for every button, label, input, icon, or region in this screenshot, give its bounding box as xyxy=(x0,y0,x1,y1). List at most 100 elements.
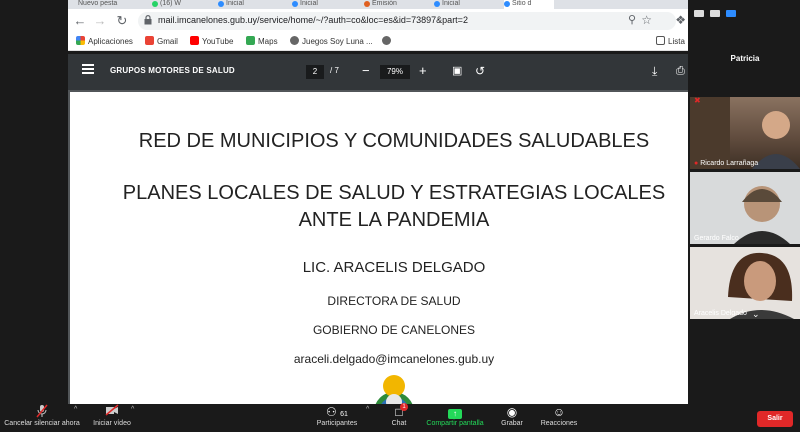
participant-video xyxy=(690,97,800,169)
hamburger-menu-icon[interactable] xyxy=(82,64,94,74)
participant-tile[interactable]: ✖ ● Ricardo Larrañaga xyxy=(690,97,800,169)
gmail-icon xyxy=(145,36,154,45)
chat-bubble-icon: □ 1 xyxy=(386,403,412,420)
record-label: Grabar xyxy=(501,420,523,427)
browser-tab[interactable]: Nuevo pesta xyxy=(78,0,138,9)
bookmark-juegos[interactable]: Juegos Soy Luna ... xyxy=(290,36,373,46)
bookmarks-bar: Aplicaciones Gmail YouTube Maps Juegos S… xyxy=(68,33,688,51)
participants-panel: Patricia ✖ ● Ricardo Larrañaga Gerardo F… xyxy=(688,0,800,404)
print-icon[interactable]: ⎙ xyxy=(676,63,685,79)
panel-header xyxy=(688,0,800,30)
bookmark-youtube[interactable]: YouTube xyxy=(190,36,233,46)
tab-label: Emisión xyxy=(372,0,397,7)
apps-grid-icon xyxy=(76,36,85,45)
audio-options-caret-icon[interactable]: ^ xyxy=(74,406,77,413)
participant-tile-self[interactable]: Patricia xyxy=(690,30,800,92)
zoom-in-icon[interactable]: + xyxy=(419,63,427,79)
forward-arrow-icon[interactable]: → xyxy=(92,13,108,29)
tab-favicon-icon xyxy=(504,1,510,7)
start-video-button[interactable]: Iniciar vídeo xyxy=(90,404,134,432)
chat-label: Chat xyxy=(391,420,407,427)
zoom-magnifier-icon[interactable]: ⚲ xyxy=(628,13,636,26)
browser-tab[interactable]: Emisión xyxy=(364,0,414,9)
gallery-view-icon[interactable] xyxy=(726,10,736,17)
rotate-icon[interactable]: ↺ xyxy=(475,63,485,79)
page-total: / 7 xyxy=(330,66,339,75)
video-off-icon xyxy=(90,404,134,420)
reading-list-icon xyxy=(656,36,665,45)
bookmark-label: Gmail xyxy=(157,37,178,46)
minimize-icon[interactable] xyxy=(694,10,704,17)
zoom-out-icon[interactable]: − xyxy=(362,63,370,79)
browser-tab[interactable]: Inicial xyxy=(218,0,268,9)
pdf-viewport[interactable]: RED DE MUNICIPIOS Y COMUNIDADES SALUDABL… xyxy=(68,90,730,404)
bookmark-label: YouTube xyxy=(202,37,234,46)
tab-label: Nuevo pesta xyxy=(78,0,118,7)
muted-microphone-icon xyxy=(4,404,80,420)
browser-tab[interactable]: Inicial xyxy=(434,0,484,9)
back-arrow-icon[interactable]: ← xyxy=(72,13,88,29)
document-heading: RED DE MUNICIPIOS Y COMUNIDADES SALUDABL… xyxy=(138,130,650,152)
tab-label: (16) W xyxy=(160,0,181,7)
bookmark-label: Juegos Soy Luna ... xyxy=(302,37,373,46)
reactions-label: Reacciones xyxy=(540,420,578,427)
reading-list-label: Lista xyxy=(668,37,685,46)
extensions-puzzle-icon[interactable]: ❖ xyxy=(675,13,686,27)
chat-button[interactable]: □ 1 Chat xyxy=(386,403,412,432)
reload-icon[interactable]: ↻ xyxy=(114,13,130,29)
screen: Nuevo pesta (16) W Inicial Inicial Emisi… xyxy=(0,0,800,432)
browser-toolbar: ← → ↻ mail.imcanelones.gub.uy/service/ho… xyxy=(68,9,688,33)
unmute-label: Cancelar silenciar ahora xyxy=(4,420,80,427)
browser-tab[interactable]: (16) W xyxy=(152,0,202,9)
participants-icon: ⚇ 61 xyxy=(326,405,348,419)
zoom-level-input[interactable]: 79% xyxy=(380,65,410,79)
muted-mic-icon: ● xyxy=(694,160,699,167)
pdf-title: GRUPOS MOTORES DE SALUD xyxy=(110,66,235,75)
participants-button[interactable]: ⚇ 61 Participantes xyxy=(314,404,360,432)
participant-video xyxy=(690,172,800,244)
participant-name: Patricia xyxy=(730,54,760,63)
document-subheading-line1: PLANES LOCALES DE SALUD Y ESTRATEGIAS LO… xyxy=(122,182,666,204)
url-text: mail.imcanelones.gub.uy/service/home/~/?… xyxy=(158,15,468,25)
whatsapp-icon xyxy=(152,1,158,7)
meeting-control-bar: Cancelar silenciar ahora ^ Iniciar vídeo… xyxy=(0,403,800,432)
globe-icon xyxy=(290,36,299,45)
participant-name: Aracelis Delgado xyxy=(694,310,747,317)
author-email: araceli.delgado@imcanelones.gub.uy xyxy=(293,352,495,366)
participant-tile[interactable]: Gerardo Falco xyxy=(690,172,800,244)
bookmark-globe[interactable] xyxy=(382,36,394,46)
maps-pin-icon xyxy=(246,36,255,45)
browser-tab-active[interactable]: Sitio d xyxy=(504,0,554,9)
record-button[interactable]: ◉ Grabar xyxy=(498,404,526,432)
muted-mic-icon: ✖ xyxy=(694,97,701,105)
download-icon[interactable]: ⤓ xyxy=(652,63,657,79)
bookmark-apps[interactable]: Aplicaciones xyxy=(76,36,133,46)
reactions-button[interactable]: ☺ Reacciones xyxy=(540,404,578,432)
tab-label: Sitio d xyxy=(512,0,532,7)
page-number-input[interactable]: 2 xyxy=(306,65,324,79)
fit-page-icon[interactable]: ▣ xyxy=(452,63,462,79)
canelones-logo-icon xyxy=(375,375,413,404)
share-screen-icon: ↑ xyxy=(424,404,486,420)
pdf-page: RED DE MUNICIPIOS Y COMUNIDADES SALUDABL… xyxy=(70,92,718,404)
unmute-button[interactable]: Cancelar silenciar ahora xyxy=(4,404,80,432)
bookmark-maps[interactable]: Maps xyxy=(246,36,278,46)
scroll-down-chevron-icon[interactable]: ⌄ xyxy=(752,309,760,320)
address-bar[interactable]: mail.imcanelones.gub.uy/service/home/~/?… xyxy=(138,12,676,30)
leave-meeting-button[interactable]: Salir xyxy=(757,411,793,427)
view-switch-icon[interactable] xyxy=(710,10,720,17)
participants-options-caret-icon[interactable]: ^ xyxy=(366,406,369,413)
tab-favicon-icon xyxy=(218,1,224,7)
participant-name: ● Ricardo Larrañaga xyxy=(694,160,759,167)
youtube-icon xyxy=(190,36,199,45)
share-screen-button[interactable]: ↑ Compartir pantalla xyxy=(424,404,486,432)
chat-badge: 1 xyxy=(400,403,408,411)
participant-video xyxy=(690,247,800,319)
reactions-smiley-icon: ☺ xyxy=(552,405,566,419)
bookmark-star-icon[interactable]: ☆ xyxy=(641,13,652,27)
reading-list[interactable]: Lista xyxy=(656,36,685,46)
browser-tab[interactable]: Inicial xyxy=(292,0,342,9)
participant-tile[interactable]: Aracelis Delgado xyxy=(690,247,800,319)
bookmark-gmail[interactable]: Gmail xyxy=(145,36,178,46)
video-options-caret-icon[interactable]: ^ xyxy=(131,406,134,413)
